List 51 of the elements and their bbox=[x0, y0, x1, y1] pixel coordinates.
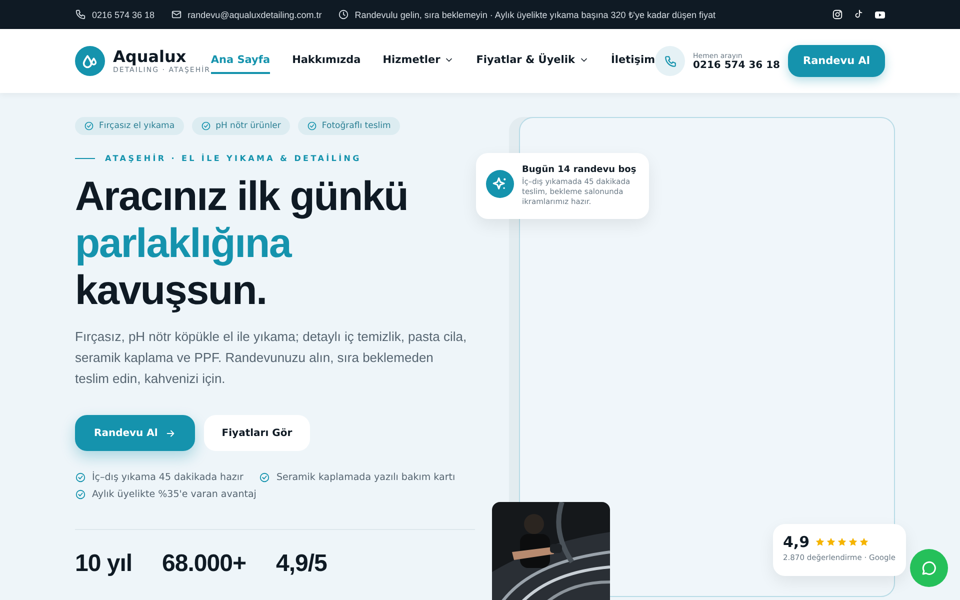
check-circle-icon bbox=[200, 121, 211, 131]
check-circle-icon bbox=[75, 472, 86, 483]
eyebrow-text: ATAŞEHİR · EL İLE YIKAMA & DETAİLİNG bbox=[105, 154, 362, 163]
nav-link[interactable]: Hakkımızda bbox=[292, 48, 361, 74]
prices-button[interactable]: Fiyatları Gör bbox=[204, 415, 310, 451]
youtube-icon bbox=[874, 8, 886, 20]
clock-icon bbox=[338, 9, 349, 20]
phone-icon bbox=[664, 54, 677, 68]
star-icon bbox=[836, 537, 847, 547]
feature-text: Seramik kaplamada yazılı bakım kartı bbox=[276, 472, 456, 483]
lead-paragraph: Fırçasız, pH nötr köpükle el ile yıkama; detaylı iç temizlik, pasta cila, seramik kaplama ve PPF. Randevunuzu alın, sıra beklemeden teslim edin, kahvenizi için. bbox=[75, 328, 468, 388]
mail-icon bbox=[170, 9, 182, 20]
nav-link[interactable]: İletişim bbox=[610, 48, 656, 74]
feature-text: İç–dış yıkama 45 dakikada hazır bbox=[92, 472, 244, 483]
check-circle-icon bbox=[259, 472, 270, 483]
phone-icon bbox=[75, 9, 86, 20]
check-circle-icon bbox=[306, 121, 317, 131]
chat-button[interactable] bbox=[910, 549, 948, 587]
phone-number[interactable]: 0216 574 36 18 bbox=[693, 60, 780, 70]
star-icon bbox=[814, 537, 825, 547]
sparkle-icon bbox=[486, 170, 514, 198]
star-icon bbox=[848, 537, 858, 547]
brand-name: Aqualux bbox=[113, 48, 186, 66]
feature-chip: Fotoğraflı teslim bbox=[298, 117, 400, 135]
chat-bubble-icon bbox=[920, 559, 938, 577]
phone-link[interactable]: 0216 574 36 18 bbox=[92, 10, 155, 20]
rating-score: 4,9 bbox=[783, 534, 810, 550]
notice-text: Randevulu gelin, sıra beklemeyin · Aylık üyelikte yıkama başına 320 ₺'ye kadar düşen fiyat bbox=[354, 9, 716, 21]
check-circle-icon bbox=[75, 489, 86, 500]
feature-chip: Fırçasız el yıkama bbox=[75, 117, 184, 135]
stat-value: 10 yıl bbox=[75, 550, 132, 578]
phone-button[interactable] bbox=[655, 46, 686, 76]
headline: Aracınız ilk günkü parlaklığına kavuşsun. bbox=[75, 173, 409, 314]
stat-value: 4,9/5 bbox=[276, 550, 327, 578]
stat-value: 68.000+ bbox=[162, 550, 246, 578]
nav-link[interactable]: Hizmetler bbox=[382, 48, 454, 74]
star-icon bbox=[858, 537, 869, 547]
appointment-button[interactable]: Randevu Al bbox=[788, 45, 885, 77]
check-circle-icon bbox=[84, 121, 94, 131]
star-icon bbox=[826, 537, 836, 547]
nav-link[interactable]: Ana Sayfa bbox=[210, 48, 270, 74]
tiktok-icon bbox=[853, 9, 864, 20]
feature-chip: pH nötr ürünler bbox=[192, 117, 290, 135]
feature-text: Aylık üyelikte %35'e varan avantaj bbox=[92, 489, 256, 500]
email-link[interactable]: randevu@aqualuxdetailing.com.tr bbox=[188, 10, 322, 20]
water-drop-icon bbox=[75, 46, 105, 76]
nav-link[interactable]: Fiyatlar & Üyelik bbox=[476, 48, 589, 74]
instagram-icon bbox=[832, 9, 843, 20]
notice-title: Bugün 14 randevu boş bbox=[522, 165, 638, 175]
arrow-right-icon bbox=[164, 428, 176, 438]
appointment-button[interactable]: Randevu Al bbox=[75, 415, 195, 451]
